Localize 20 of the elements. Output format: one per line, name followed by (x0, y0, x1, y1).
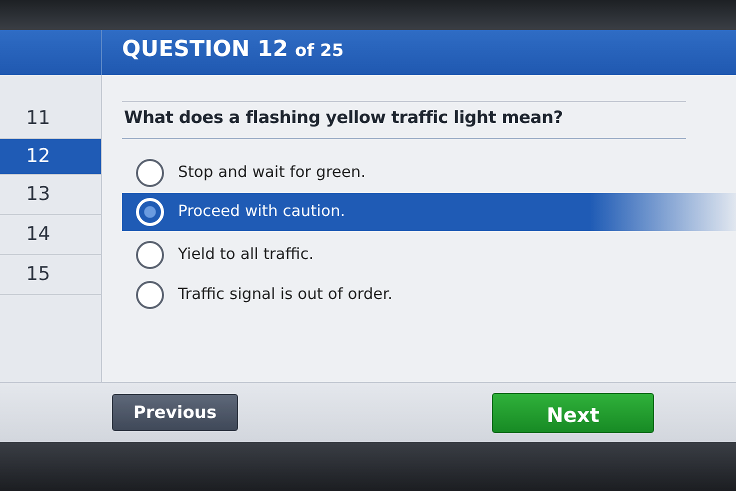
question-number-item[interactable]: 12 (0, 139, 101, 175)
radio-button[interactable] (136, 280, 164, 308)
question-text: What does a flashing yellow traffic light mean? (122, 101, 686, 138)
answer-option[interactable]: Stop and wait for green. (122, 152, 686, 192)
answer-option[interactable]: Proceed with caution. (122, 192, 736, 230)
question-number-item[interactable]: 14 (0, 215, 101, 255)
next-button[interactable]: Next (492, 392, 654, 432)
question-number-item[interactable]: 15 (0, 255, 101, 295)
answer-option[interactable]: Yield to all traffic. (122, 234, 686, 274)
previous-button[interactable]: Previous (112, 394, 238, 431)
answer-option[interactable]: Traffic signal is out of order. (122, 274, 686, 314)
option-label: Stop and wait for green. (178, 162, 366, 183)
question-number-item[interactable]: 13 (0, 175, 101, 215)
option-label: Proceed with caution. (178, 200, 346, 222)
option-label: Yield to all traffic. (178, 244, 314, 265)
radio-button[interactable] (136, 158, 164, 186)
option-label: Traffic signal is out of order. (178, 284, 393, 305)
question-title: QUESTION 12 (122, 36, 288, 64)
radio-button[interactable] (136, 240, 164, 268)
question-counter: of 25 (295, 40, 344, 63)
